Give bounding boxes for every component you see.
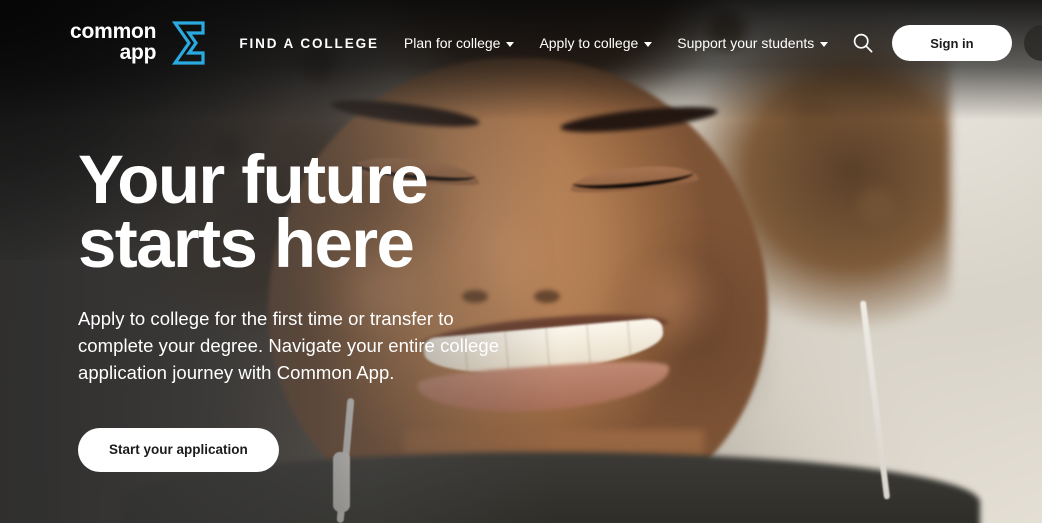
- logo-wordmark: common app: [70, 20, 157, 64]
- hero-subcopy: Apply to college for the first time or t…: [78, 308, 500, 383]
- chevron-down-icon: [820, 41, 829, 47]
- nav-label: Support your students: [677, 35, 815, 51]
- nav-label: Plan for college: [403, 35, 501, 51]
- sign-in-button[interactable]: Sign in: [892, 25, 1012, 61]
- nav-find-a-college[interactable]: FIND A COLLEGE: [239, 36, 379, 51]
- hero-section: common app FIND A COLLEGE Plan for colle…: [0, 0, 1042, 523]
- main-navigation: FIND A COLLEGE Plan for college Apply to…: [239, 35, 829, 51]
- chevron-down-icon: [644, 41, 653, 47]
- common-app-ribbon-icon: [172, 21, 205, 65]
- nav-item-support-your-students[interactable]: Support your students: [677, 35, 829, 51]
- headline-line2: starts here: [78, 205, 415, 283]
- logo-word-line1: common: [70, 20, 157, 44]
- common-app-logo[interactable]: common app: [70, 20, 210, 66]
- chevron-down-icon: [506, 41, 515, 47]
- logo-word-line2: app: [119, 41, 157, 64]
- create-account-button[interactable]: Create an account: [1023, 25, 1042, 61]
- nav-label: Apply to college: [539, 35, 639, 51]
- page-title: Your future starts here: [78, 145, 598, 283]
- nav-item-apply-to-college[interactable]: Apply to college: [539, 35, 653, 51]
- site-header: common app FIND A COLLEGE Plan for colle…: [0, 0, 1042, 86]
- hero-content: Your future starts here Apply to college…: [78, 145, 598, 472]
- start-your-application-button[interactable]: Start your application: [78, 427, 279, 472]
- search-button[interactable]: [852, 28, 874, 58]
- search-icon: [854, 33, 873, 53]
- nav-item-plan-for-college[interactable]: Plan for college: [404, 35, 515, 51]
